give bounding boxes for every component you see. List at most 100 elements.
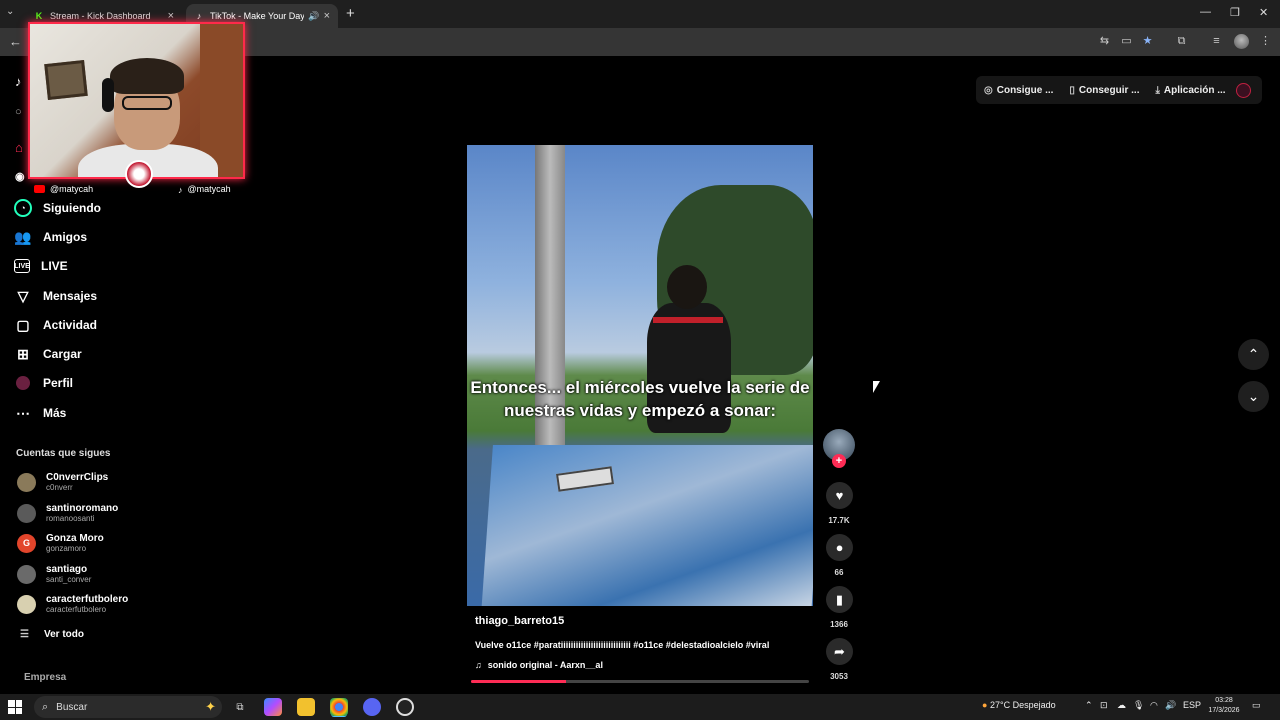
- tray-network-icon[interactable]: ⊡: [1100, 700, 1108, 711]
- share-button[interactable]: ➦: [826, 638, 853, 665]
- copilot-icon[interactable]: [264, 698, 282, 716]
- heart-icon: ♥: [835, 488, 844, 503]
- microphone-icon[interactable]: 🎙: [1133, 700, 1144, 711]
- download-icon: ⤓: [1155, 84, 1160, 96]
- extensions-icon[interactable]: ⧉: [1175, 35, 1188, 48]
- clock-date: 17/3/2026: [1208, 707, 1240, 714]
- sidebar-item-friends[interactable]: 👥 Amigos: [14, 226, 87, 248]
- windows-taskbar: ⌕ Buscar ✦ ⧉ ● 27°C Despejado ⌃ ⊡ ☁ 🎙 ◠ …: [0, 694, 1280, 720]
- comment-button[interactable]: ●: [826, 534, 853, 561]
- share-icon: ➦: [834, 643, 845, 659]
- account-name: Gonza Moro: [46, 533, 104, 544]
- home-icon[interactable]: ⌂: [15, 140, 23, 155]
- task-view-icon[interactable]: ⧉: [231, 698, 249, 716]
- get-coins-label: Consigue ...: [996, 84, 1054, 96]
- explore-icon[interactable]: ◉: [15, 170, 25, 183]
- close-tab-icon[interactable]: ×: [168, 10, 174, 22]
- account-item[interactable]: G Gonza Moro gonzamoro: [17, 530, 104, 556]
- tab-search-icon[interactable]: ⌄: [6, 6, 20, 20]
- previous-video-button[interactable]: ⌃: [1238, 339, 1269, 370]
- video-author[interactable]: thiago_barreto15: [475, 615, 564, 627]
- restore-icon[interactable]: ❐: [1230, 6, 1240, 19]
- minimize-icon[interactable]: —: [1200, 6, 1211, 18]
- friends-icon: 👥: [14, 228, 32, 245]
- obs-icon[interactable]: [396, 698, 414, 716]
- save-button[interactable]: ▮: [826, 586, 853, 613]
- media-control-icon[interactable]: ≡: [1210, 35, 1223, 48]
- webcam-overlay: [28, 22, 245, 179]
- translate-icon[interactable]: ⇆: [1098, 35, 1111, 48]
- search-icon: ⌕: [42, 700, 49, 713]
- footer-company-link[interactable]: Empresa: [24, 672, 66, 683]
- upload-icon: ⊞: [17, 345, 29, 362]
- mouse-cursor-icon: [873, 381, 880, 393]
- weather-icon: ●: [982, 700, 988, 710]
- screen: ⌄ K Stream - Kick Dashboard × ♪ TikTok -…: [0, 0, 1280, 720]
- tray-chevron-icon[interactable]: ⌃: [1085, 700, 1093, 711]
- file-explorer-icon[interactable]: [297, 698, 315, 716]
- user-avatar[interactable]: [1236, 83, 1251, 98]
- sidebar-item-messages[interactable]: ▽ Mensajes: [14, 285, 97, 307]
- top-actions: ◎ Consigue ... ▯ Conseguir ... ⤓ Aplicación…: [976, 76, 1262, 104]
- sidebar-item-label: Perfil: [43, 376, 74, 390]
- sidebar-item-following[interactable]: ◔ Siguiendo: [14, 197, 101, 219]
- follow-button[interactable]: +: [832, 454, 846, 468]
- video-progress-bar[interactable]: [471, 680, 809, 683]
- cast-icon[interactable]: ▭: [1120, 35, 1133, 48]
- clock[interactable]: 03:28 17/3/2026: [1204, 696, 1244, 716]
- music-note-icon: ♫: [475, 660, 482, 670]
- browser-profile-avatar[interactable]: [1234, 34, 1249, 49]
- sidebar-item-live[interactable]: LIVE LIVE: [14, 255, 68, 277]
- account-handle: c0nverr: [46, 483, 73, 492]
- browser-menu-icon[interactable]: ⋮: [1259, 35, 1272, 48]
- discord-icon[interactable]: [363, 698, 381, 716]
- sidebar-item-profile[interactable]: Perfil: [14, 372, 73, 394]
- sidebar-item-label: Actividad: [43, 318, 98, 332]
- start-button[interactable]: [8, 700, 22, 714]
- video-progress-fill: [471, 680, 566, 683]
- weather-widget[interactable]: ● 27°C Despejado: [982, 700, 1056, 710]
- new-tab-button[interactable]: +: [346, 5, 355, 22]
- sidebar-item-more[interactable]: ⋯ Más: [14, 402, 66, 424]
- sidebar-item-label: Más: [43, 406, 67, 420]
- notifications-icon[interactable]: ▭: [1252, 700, 1261, 711]
- close-window-icon[interactable]: ✕: [1259, 6, 1268, 19]
- audio-playing-icon[interactable]: 🔊: [308, 11, 319, 22]
- bookmark-star-icon[interactable]: ★: [1141, 35, 1154, 48]
- like-button[interactable]: ♥: [826, 482, 853, 509]
- account-name: caracterfutbolero: [46, 594, 129, 605]
- sidebar-item-upload[interactable]: ⊞ Cargar: [14, 343, 82, 365]
- get-coins-button[interactable]: ◎ Consigue ...: [984, 85, 1053, 96]
- close-tab-icon[interactable]: ×: [324, 10, 330, 22]
- account-item[interactable]: santinoromano romanoosanti: [17, 500, 118, 526]
- sidebar-item-activity[interactable]: ▢ Actividad: [14, 314, 97, 336]
- search-icon[interactable]: ○: [15, 106, 22, 118]
- wifi-icon[interactable]: ◠: [1150, 700, 1158, 711]
- sidebar-item-label: Siguiendo: [43, 201, 101, 215]
- sidebar-item-label: LIVE: [41, 259, 68, 273]
- tiktok-logo-icon[interactable]: ♪: [15, 74, 22, 89]
- youtube-handle-text: @matycah: [50, 184, 94, 194]
- account-item[interactable]: santiago santi_conver: [17, 561, 91, 587]
- tiktok-icon: ♪: [178, 185, 183, 195]
- like-count: 17.7K: [828, 516, 850, 525]
- account-item[interactable]: C0nverrClips c0nverr: [17, 469, 108, 495]
- account-item[interactable]: caracterfutbolero caracterfutbolero: [17, 591, 128, 617]
- volume-icon[interactable]: 🔊: [1165, 700, 1176, 711]
- avatar: [17, 564, 36, 584]
- language-indicator[interactable]: ESP: [1183, 700, 1201, 710]
- next-video-button[interactable]: ⌄: [1238, 381, 1269, 412]
- back-button[interactable]: ←: [9, 34, 22, 49]
- headset: [102, 78, 114, 112]
- tray-onedrive-icon[interactable]: ☁: [1117, 700, 1126, 711]
- video-description: Vuelve o11ce #paratiiiiiiiiiiiiiiiiiiiii…: [475, 640, 770, 650]
- taskbar-search[interactable]: ⌕ Buscar ✦: [34, 696, 222, 718]
- get-app-button[interactable]: ▯ Conseguir ...: [1069, 85, 1139, 96]
- video-sound[interactable]: ♫ sonido original - Aarxn__al: [475, 660, 603, 670]
- chrome-icon[interactable]: [330, 698, 348, 716]
- weather-text: 27°C Despejado: [989, 700, 1056, 710]
- person-sitting: [647, 265, 731, 455]
- desktop-app-button[interactable]: ⤓ Aplicación ...: [1155, 85, 1225, 96]
- see-all-button[interactable]: ☰ Ver todo: [20, 629, 84, 640]
- sidebar-item-label: Cargar: [43, 347, 82, 361]
